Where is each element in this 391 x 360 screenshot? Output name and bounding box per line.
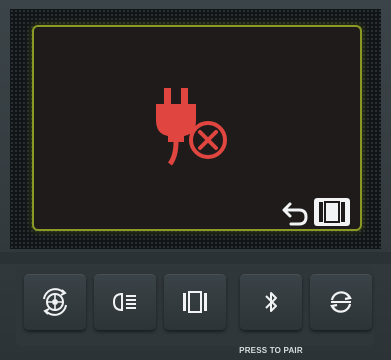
camera-view-icon bbox=[183, 291, 207, 313]
tire-settings-button[interactable] bbox=[24, 274, 86, 330]
refresh-icon bbox=[330, 291, 352, 313]
back-arrow-icon[interactable] bbox=[281, 201, 309, 227]
headlight-icon bbox=[112, 292, 136, 312]
panel-divider bbox=[0, 252, 391, 264]
bluetooth-icon bbox=[265, 292, 277, 312]
bluetooth-pair-label: PRESS TO PAIR bbox=[239, 346, 303, 355]
headlight-button[interactable] bbox=[94, 274, 156, 330]
refresh-button[interactable] bbox=[310, 274, 372, 330]
tire-rotate-icon bbox=[43, 288, 67, 316]
camera-view-button[interactable] bbox=[164, 274, 226, 330]
unplugged-error-icon bbox=[156, 88, 227, 166]
device-panel: PRESS TO PAIR bbox=[0, 0, 391, 360]
camera-view-icon[interactable] bbox=[313, 197, 351, 227]
bluetooth-button[interactable] bbox=[240, 274, 302, 330]
